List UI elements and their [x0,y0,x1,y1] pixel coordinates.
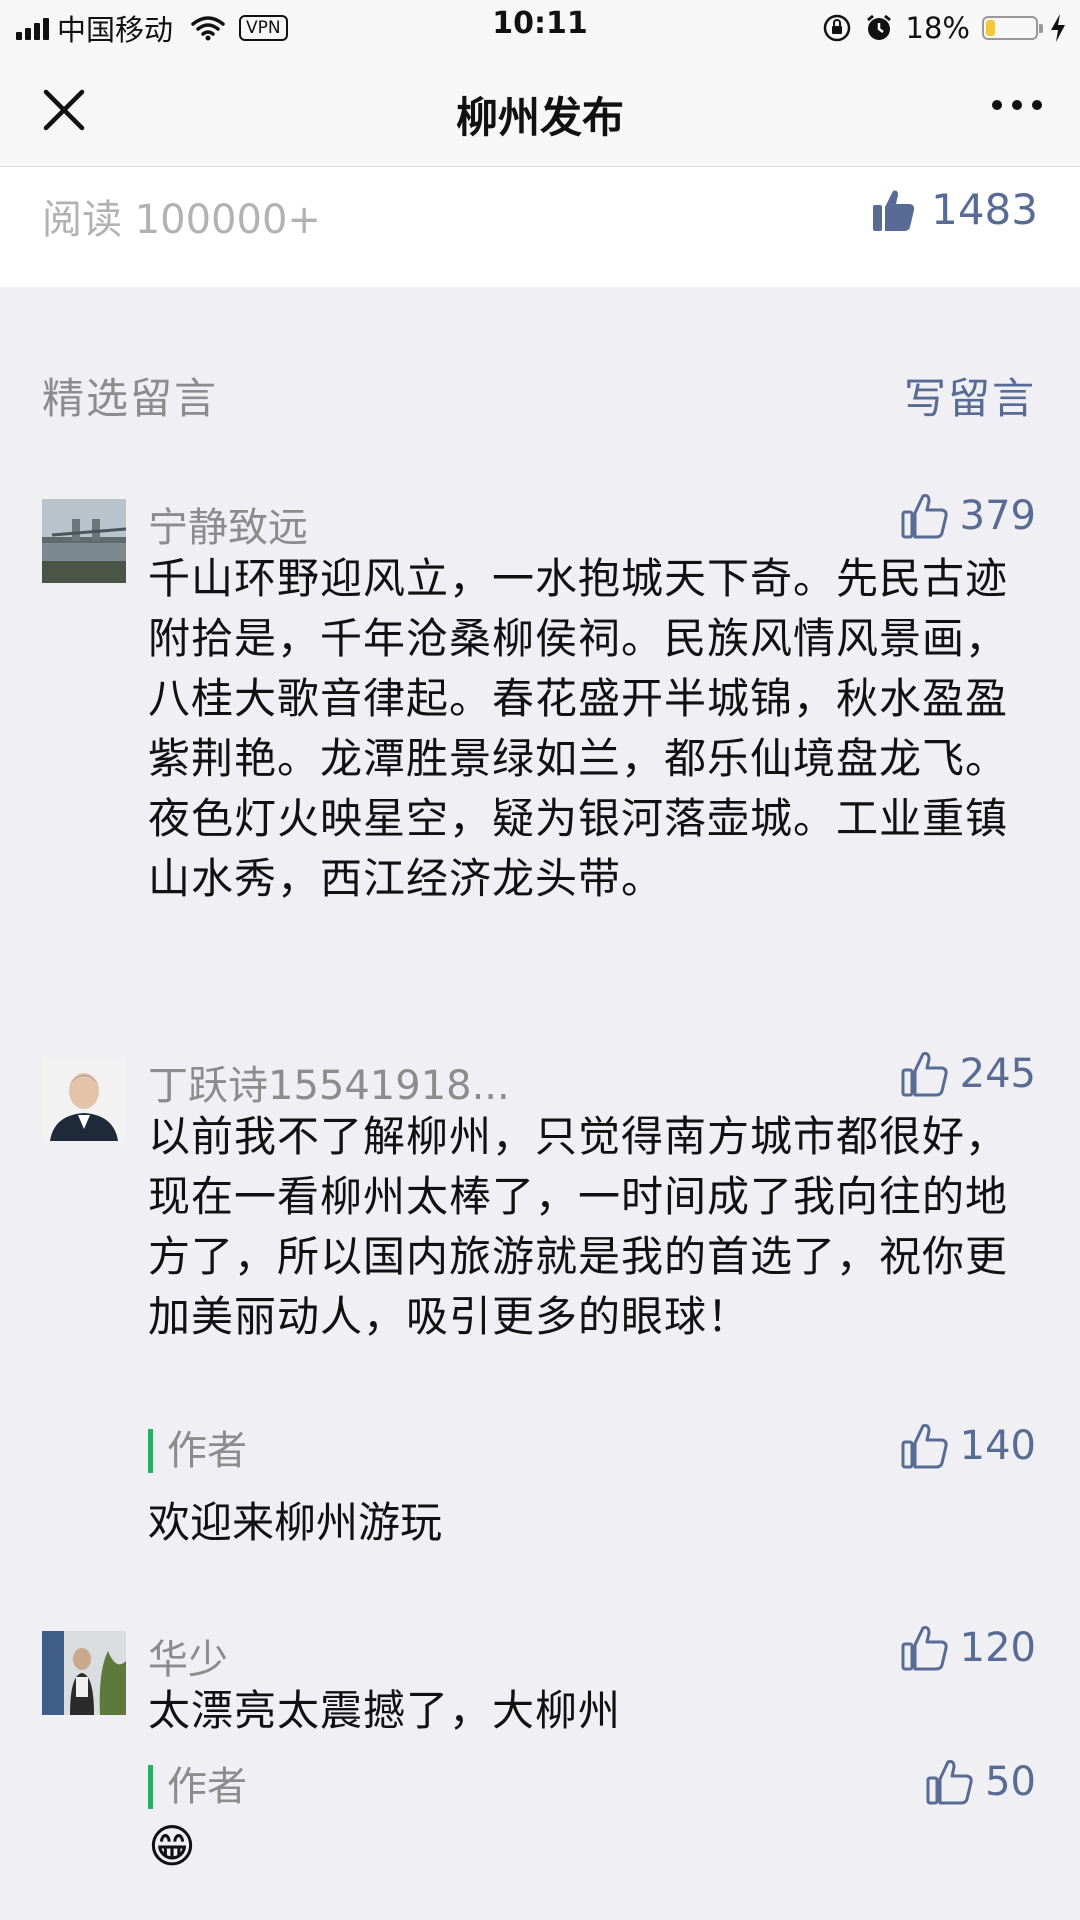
thumbs-up-icon [901,494,948,539]
avatar[interactable] [42,1631,126,1715]
thumbs-up-icon [926,1760,973,1805]
avatar[interactable] [42,1057,126,1141]
author-reply-label: 作者 [148,1429,247,1473]
comment-item: 丁跃诗15541918... 245 以前我不了解柳州，只觉得南方城市都很好，现… [0,1051,1080,1553]
status-bar: 中国移动 VPN 10:11 18% [0,0,1080,54]
reply-like-button[interactable]: 50 [925,1757,1036,1807]
avatar[interactable] [42,499,126,583]
comment-like-count: 120 [959,1625,1036,1671]
featured-comments-title: 精选留言 [42,374,219,423]
nav-bar: 柳州发布 [0,54,1080,167]
comment-author: 宁静致远 [148,505,308,551]
comment-like-count: 379 [959,493,1036,539]
write-comment-link[interactable]: 写留言 [904,365,1036,426]
page-title: 柳州发布 [455,93,624,142]
comment-like-count: 245 [959,1051,1036,1097]
more-icon[interactable] [992,100,1042,110]
article-like-button[interactable]: 1483 [871,185,1038,234]
reply-like-button[interactable]: 140 [900,1421,1036,1471]
thumbs-up-icon [901,1052,948,1097]
comment-item: 华少 120 太漂亮太震撼了，大柳州 作者 50 😁 [0,1625,1080,1917]
comment-text: 以前我不了解柳州，只觉得南方城市都很好，现在一看柳州太棒了，一时间成了我向往的地… [148,1112,1009,1341]
comment-like-button[interactable]: 379 [900,491,1036,541]
thumbs-up-filled-icon [873,190,915,231]
comment-like-button[interactable]: 120 [900,1623,1036,1673]
author-reply-emoji: 😁 [148,1819,196,1873]
battery-percent: 18% [905,11,970,45]
reply-like-count: 140 [959,1423,1036,1469]
battery-icon [982,16,1043,40]
thumbs-up-icon [901,1626,948,1671]
battery-level [986,20,995,36]
author-reply-label: 作者 [148,1765,247,1809]
comment-item: 宁静致远 379 千山环野迎风立，一水抱城天下奇。先民古迹附拾是，千年沧桑柳侯祠… [0,493,1080,975]
author-reply-text: 欢迎来柳州游玩 [148,1498,443,1547]
status-right: 18% [822,8,1066,48]
charging-bolt-icon [1051,14,1065,42]
comment-text: 千山环野迎风立，一水抱城天下奇。先民古迹附拾是，千年沧桑柳侯祠。民族风情风景画，… [148,554,1009,903]
comment-author: 丁跃诗15541918... [148,1063,510,1109]
article-like-count: 1483 [931,185,1038,234]
comment-text: 太漂亮太震撼了，大柳州 [148,1686,622,1735]
comment-like-button[interactable]: 245 [900,1049,1036,1099]
thumbs-up-icon [901,1424,948,1469]
article-stats-bar: 阅读 100000+ 1483 [0,167,1080,287]
orientation-lock-icon [823,14,850,42]
comment-author: 华少 [148,1637,228,1683]
alarm-icon [866,14,891,40]
read-count: 阅读 100000+ [42,197,321,243]
reply-like-count: 50 [985,1759,1036,1805]
